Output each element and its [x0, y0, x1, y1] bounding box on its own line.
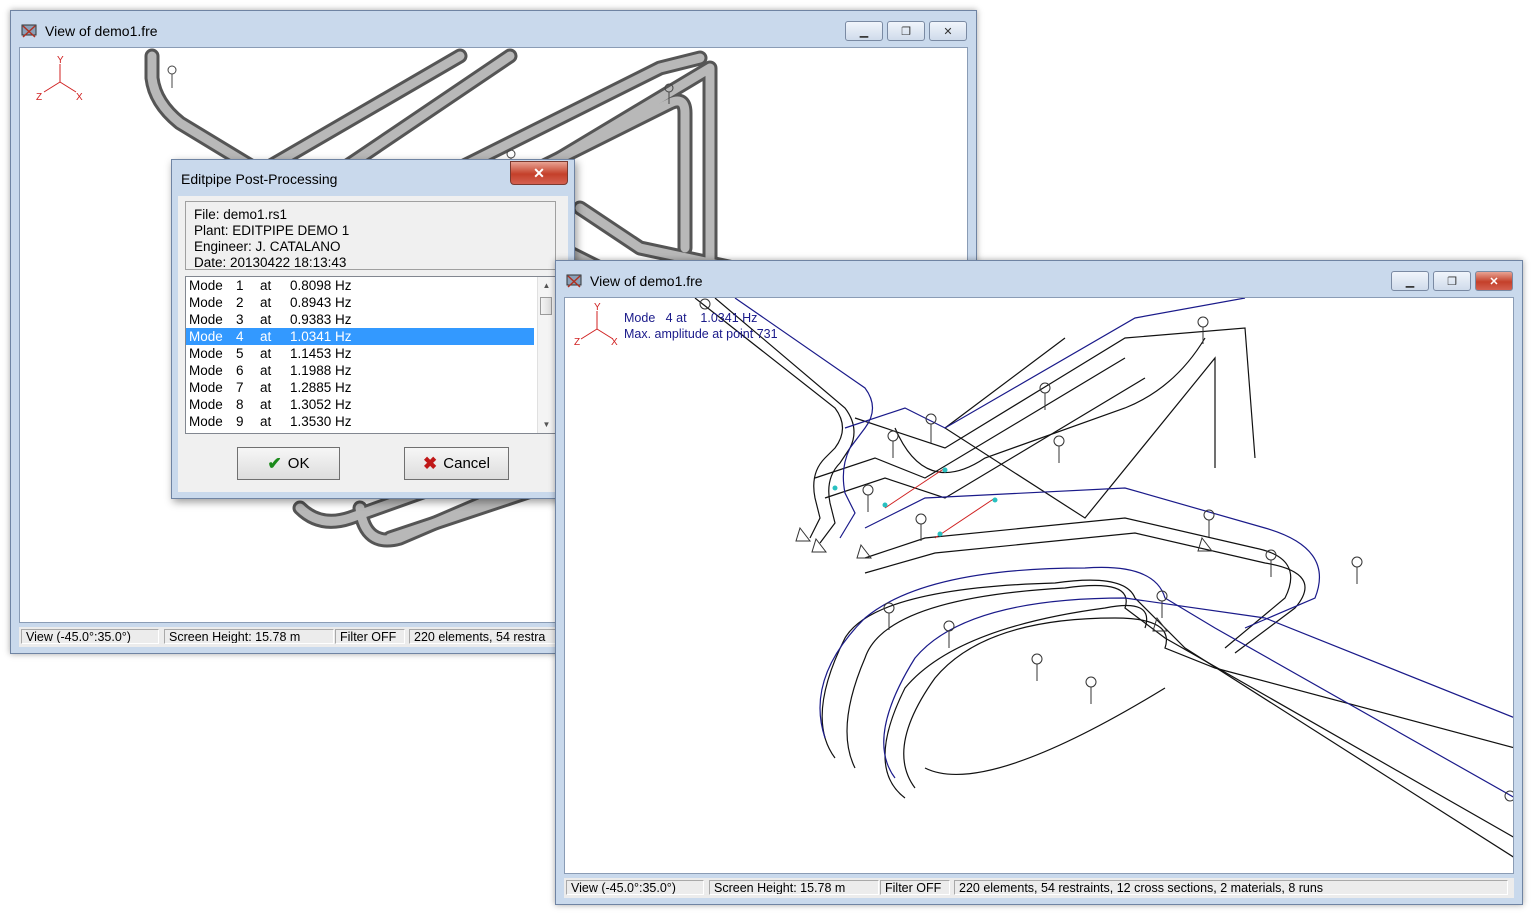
mode-label: Mode [189, 414, 223, 429]
axis-triad-icon: Y Z X [574, 302, 618, 348]
mode-number: 6 [236, 363, 244, 378]
checkmark-icon: ✔ [267, 453, 282, 473]
max-amplitude-label: Max. amplitude at point 731 [624, 327, 778, 341]
status-view: View (-45.0°:35.0°) [21, 629, 159, 644]
mode-list-item[interactable]: Mode 1 at 0.8098 Hz [186, 277, 534, 294]
mode-frequency: at 1.0341 Hz [260, 329, 352, 344]
axis-triad-icon: Y Z X [36, 55, 83, 103]
mode-frequency: at 0.9383 Hz [260, 312, 352, 327]
mode-frequency: at 1.3530 Hz [260, 414, 352, 429]
mode-frequency: at 0.8943 Hz [260, 295, 352, 310]
mode-label: Mode [189, 329, 223, 344]
status-filter: Filter OFF [880, 880, 950, 895]
plant-line: Plant: EDITPIPE DEMO 1 [194, 223, 350, 238]
mode-label: Mode [189, 295, 223, 310]
mode-label: Mode [189, 346, 223, 361]
file-line: File: demo1.rs1 [194, 207, 288, 222]
maximize-button[interactable]: ❐ [1433, 271, 1471, 291]
dialog-title: Editpipe Post-Processing [181, 171, 338, 187]
mode-frequency: at 1.1988 Hz [260, 363, 352, 378]
mode-label: Mode [189, 363, 223, 378]
mode-list-item[interactable]: Mode 2 at 0.8943 Hz [186, 294, 534, 311]
mode-frequency: at 1.1453 Hz [260, 346, 352, 361]
list-scrollbar[interactable]: ▲ ▼ [537, 277, 555, 433]
scroll-up-icon[interactable]: ▲ [538, 277, 555, 294]
ok-label: OK [287, 455, 310, 472]
mode-list-item[interactable]: Mode 8 at 1.3052 Hz [186, 396, 534, 413]
scroll-down-icon[interactable]: ▼ [538, 416, 555, 433]
mode-label: Mode [189, 278, 223, 293]
minimize-button[interactable]: ▁ [1391, 271, 1429, 291]
mode-list-item[interactable]: Mode 5 at 1.1453 Hz [186, 345, 534, 362]
mode-frequency: at 0.8098 Hz [260, 278, 352, 293]
mode-frequency: at 1.3052 Hz [260, 397, 352, 412]
title-bar[interactable]: View of demo1.fre ▁ ❐ ✕ [11, 11, 976, 47]
post-processing-dialog[interactable]: Editpipe Post-Processing ✕ File: demo1.r… [171, 159, 575, 499]
dialog-close-button[interactable]: ✕ [510, 161, 568, 185]
svg-text:Y: Y [594, 302, 601, 313]
status-view: View (-45.0°:35.0°) [566, 880, 704, 895]
mode-number: 3 [236, 312, 244, 327]
mode-list-item[interactable]: Mode 9 at 1.3530 Hz [186, 413, 534, 430]
ok-button[interactable]: ✔ OK [237, 447, 340, 480]
svg-text:X: X [611, 337, 618, 348]
mode-number: 4 [236, 329, 244, 344]
close-button[interactable]: ✕ [929, 21, 967, 41]
mode-label: Mode [189, 312, 223, 327]
app-icon [566, 274, 582, 288]
mode-list-item[interactable]: Mode 3 at 0.9383 Hz [186, 311, 534, 328]
status-filter: Filter OFF [335, 629, 405, 644]
mode-number: 1 [236, 278, 244, 293]
mode-frequency: at 1.2885 Hz [260, 380, 352, 395]
mode-list-item[interactable]: Mode 4 at 1.0341 Hz [186, 328, 534, 345]
minimize-button[interactable]: ▁ [845, 21, 883, 41]
mode-shape-view[interactable]: Y Z X Mode 4 at 1.0341 Hz Max. amplitude… [564, 297, 1514, 874]
cancel-label: Cancel [443, 455, 490, 472]
svg-text:X: X [76, 92, 83, 103]
mode-number: 8 [236, 397, 244, 412]
status-screen-height: Screen Height: 15.78 m [164, 629, 334, 644]
maximize-button[interactable]: ❐ [887, 21, 925, 41]
window-title: View of demo1.fre [45, 23, 158, 39]
mode-number: 7 [236, 380, 244, 395]
svg-text:Z: Z [36, 92, 42, 103]
title-bar[interactable]: View of demo1.fre ▁ ❐ ✕ [556, 261, 1522, 297]
mode-number: 2 [236, 295, 244, 310]
status-counts: 220 elements, 54 restraints, 12 cross se… [954, 880, 1508, 895]
cross-icon: ✖ [423, 453, 438, 473]
mode-number: 9 [236, 414, 244, 429]
svg-text:Z: Z [574, 337, 580, 348]
mode-label: Mode [189, 397, 223, 412]
front-view-window[interactable]: View of demo1.fre ▁ ❐ ✕ Y Z X Mode 4 at … [555, 260, 1523, 905]
dialog-body: File: demo1.rs1 Plant: EDITPIPE DEMO 1 E… [178, 196, 568, 492]
close-button[interactable]: ✕ [1475, 271, 1513, 291]
status-screen-height: Screen Height: 15.78 m [709, 880, 879, 895]
mode-number: 5 [236, 346, 244, 361]
engineer-line: Engineer: J. CATALANO [194, 239, 341, 254]
date-line: Date: 20130422 18:13:43 [194, 255, 347, 270]
status-bar: View (-45.0°:35.0°) Screen Height: 15.78… [564, 878, 1514, 898]
mode-listbox[interactable]: Mode 1 at 0.8098 Hz Mode 2 at 0.8943 Hz Mode 3 a… [185, 276, 556, 434]
window-title: View of demo1.fre [590, 273, 703, 289]
mode-label: Mode [189, 380, 223, 395]
app-icon [21, 24, 37, 38]
mode-list-item[interactable]: Mode 7 at 1.2885 Hz [186, 379, 534, 396]
mode-list-item[interactable]: Mode 6 at 1.1988 Hz [186, 362, 534, 379]
mode-label: Mode 4 at 1.0341 Hz [624, 311, 758, 325]
svg-text:Y: Y [57, 55, 64, 66]
file-info-box: File: demo1.rs1 Plant: EDITPIPE DEMO 1 E… [185, 201, 556, 270]
scroll-thumb[interactable] [540, 297, 552, 315]
cancel-button[interactable]: ✖ Cancel [404, 447, 509, 480]
mode-shape-wireframe [694, 298, 1513, 858]
